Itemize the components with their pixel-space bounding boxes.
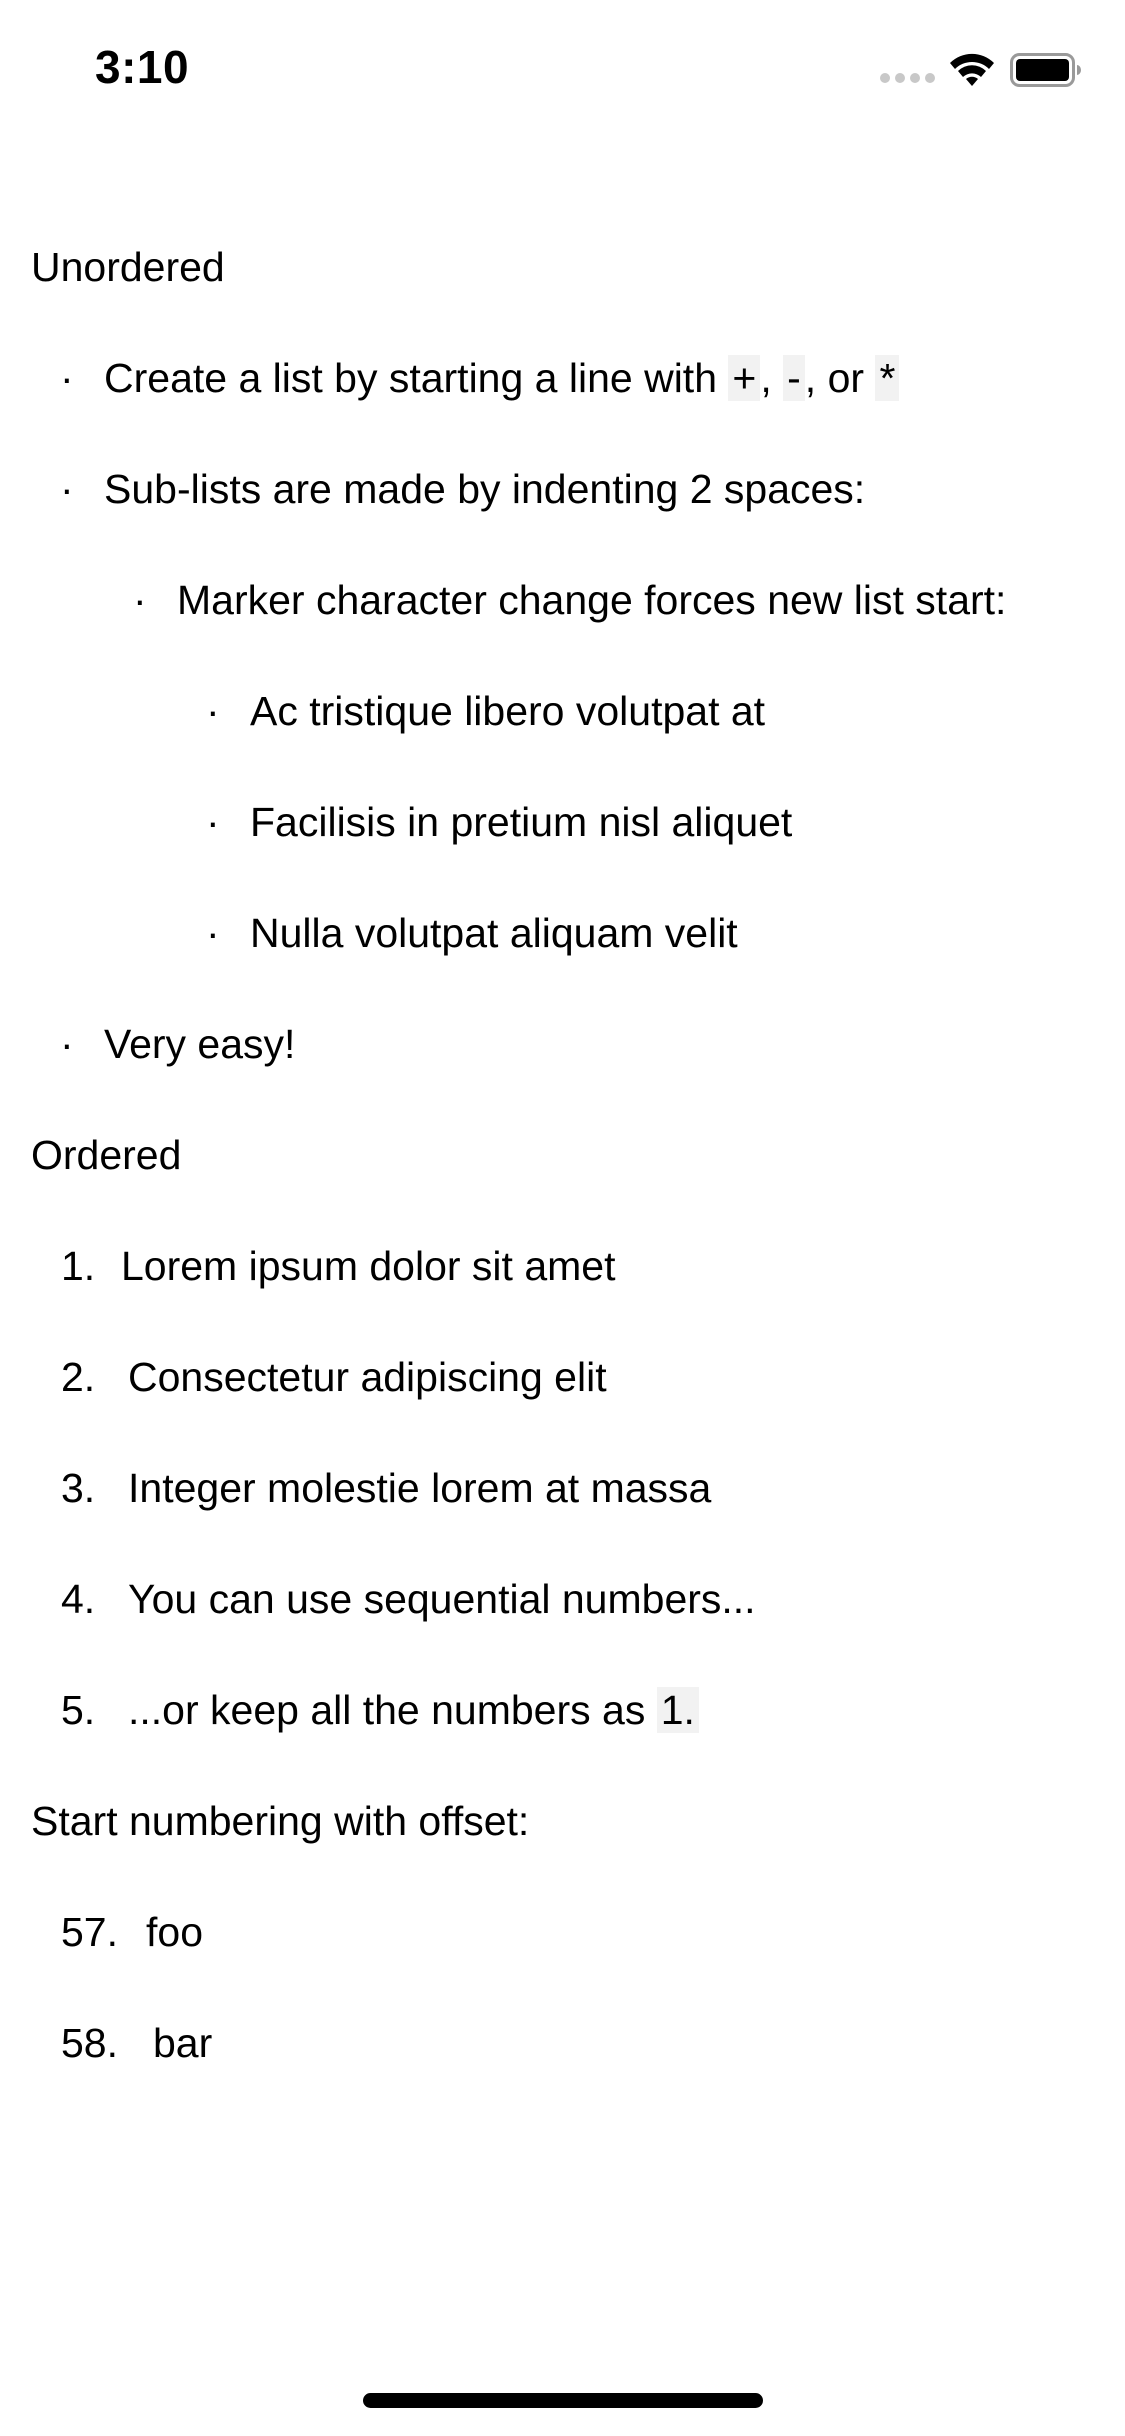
bullet-marker: · bbox=[60, 1021, 74, 1067]
unordered-heading: Unordered bbox=[31, 244, 225, 290]
list-item-number: 3. bbox=[61, 1465, 96, 1511]
list-item: Create a list by starting a line with +,… bbox=[104, 353, 900, 403]
list-item: Ac tristique libero volutpat at bbox=[250, 688, 766, 734]
list-item-number: 58. bbox=[61, 2020, 118, 2066]
inline-code: 1. bbox=[656, 1687, 699, 1733]
list-item-number: 57. bbox=[61, 1909, 118, 1955]
home-indicator[interactable] bbox=[363, 2393, 763, 2408]
bullet-marker: · bbox=[133, 577, 147, 623]
offset-heading: Start numbering with offset: bbox=[31, 1798, 530, 1844]
list-item: Sub-lists are made by indenting 2 spaces… bbox=[104, 466, 866, 512]
list-item-number: 5. bbox=[61, 1687, 96, 1733]
separator-text: , or bbox=[804, 355, 876, 401]
bullet-marker: · bbox=[206, 688, 220, 734]
bullet-marker: · bbox=[60, 466, 74, 512]
separator-text: , bbox=[760, 355, 784, 401]
inline-code: * bbox=[875, 355, 900, 401]
list-item: Very easy! bbox=[104, 1021, 296, 1067]
inline-code: - bbox=[783, 355, 805, 401]
list-item: You can use sequential numbers... bbox=[128, 1576, 756, 1622]
list-item: foo bbox=[146, 1909, 203, 1955]
list-item: ...or keep all the numbers as 1. bbox=[128, 1685, 699, 1735]
bullet-marker: · bbox=[60, 355, 74, 401]
list-item-number: 1. bbox=[61, 1243, 96, 1289]
list-item: Consectetur adipiscing elit bbox=[128, 1354, 607, 1400]
list-item: bar bbox=[153, 2020, 213, 2066]
list-item-number: 4. bbox=[61, 1576, 96, 1622]
list-item: Marker character change forces new list … bbox=[177, 577, 1007, 623]
ordered-heading: Ordered bbox=[31, 1132, 182, 1178]
list-item: Facilisis in pretium nisl aliquet bbox=[250, 799, 793, 845]
list-item-text: ...or keep all the numbers as bbox=[128, 1687, 657, 1733]
status-bar: 3:10 bbox=[0, 0, 1125, 135]
list-item: Nulla volutpat aliquam velit bbox=[250, 910, 738, 956]
battery-icon bbox=[1010, 53, 1081, 87]
cellular-signal-icon bbox=[880, 73, 936, 85]
status-time: 3:10 bbox=[95, 41, 190, 93]
wifi-icon bbox=[950, 53, 994, 86]
list-item: Lorem ipsum dolor sit amet bbox=[121, 1243, 616, 1289]
bullet-marker: · bbox=[206, 799, 220, 845]
list-item: Integer molestie lorem at massa bbox=[128, 1465, 712, 1511]
bullet-marker: · bbox=[206, 910, 220, 956]
list-item-text: Create a list by starting a line with bbox=[104, 355, 729, 401]
list-item-number: 2. bbox=[61, 1354, 96, 1400]
inline-code: + bbox=[728, 355, 761, 401]
